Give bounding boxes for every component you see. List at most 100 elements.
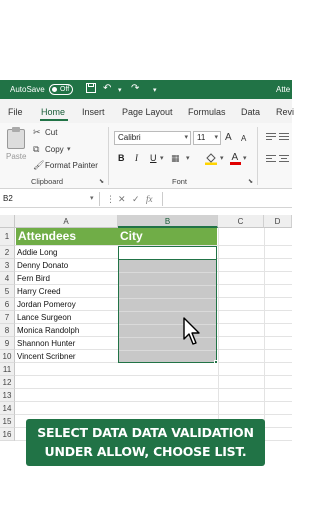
attendee-cell[interactable]: Denny Donato xyxy=(16,259,117,272)
row-header[interactable]: 14 xyxy=(0,402,15,415)
select-all-corner[interactable] xyxy=(0,215,15,228)
font-color-dropdown-icon[interactable]: ▾ xyxy=(243,154,247,164)
city-selection-range[interactable] xyxy=(118,259,217,363)
tab-page-layout[interactable]: Page Layout xyxy=(122,107,173,117)
tab-review[interactable]: Revi xyxy=(276,107,294,117)
tab-formulas[interactable]: Formulas xyxy=(188,107,226,117)
attendee-cell[interactable]: Lance Surgeon xyxy=(16,311,117,324)
row-header[interactable]: 3 xyxy=(0,259,15,272)
align-left-icon[interactable] xyxy=(266,155,276,163)
workbook-title: Atte xyxy=(276,85,291,94)
enter-icon[interactable]: ✓ xyxy=(132,193,140,205)
copy-button[interactable]: Copy xyxy=(45,145,64,154)
column-header-c[interactable]: C xyxy=(218,215,264,228)
align-center-icon[interactable] xyxy=(279,155,289,163)
fill-color-icon[interactable] xyxy=(205,152,217,167)
increase-font-size-button[interactable]: A xyxy=(225,132,232,143)
font-color-icon[interactable]: A xyxy=(230,151,241,167)
italic-button[interactable]: I xyxy=(135,153,138,164)
gridline xyxy=(15,388,292,389)
align-top-icon[interactable] xyxy=(266,133,276,141)
borders-icon[interactable]: ▦ xyxy=(171,153,180,163)
row-header[interactable]: 12 xyxy=(0,376,15,389)
row-header[interactable]: 10 xyxy=(0,350,15,363)
attendee-cell[interactable]: Harry Creed xyxy=(16,285,117,298)
underline-button[interactable]: U xyxy=(150,153,157,164)
clipboard-group-label: Clipboard xyxy=(31,177,64,186)
customize-toolbar-icon[interactable]: ▾ xyxy=(153,85,157,97)
row-header[interactable]: 8 xyxy=(0,324,15,337)
column-header-b[interactable]: B xyxy=(118,215,218,228)
row-header[interactable]: 15 xyxy=(0,415,15,428)
cell-reference: B2 xyxy=(3,194,13,203)
font-name-select[interactable]: Calibri ▾ xyxy=(114,131,191,145)
row-header[interactable]: 16 xyxy=(0,428,15,441)
bold-button[interactable]: B xyxy=(118,153,125,164)
row-header[interactable]: 9 xyxy=(0,337,15,350)
attendee-cell[interactable]: Vincent Scribner xyxy=(16,350,117,363)
row-header[interactable]: 2 xyxy=(0,246,15,259)
gridline xyxy=(15,414,292,415)
row-header[interactable]: 11 xyxy=(0,363,15,376)
cell-divider xyxy=(119,298,216,299)
caption-line-1: SELECT DATA DATA VALIDATION xyxy=(37,425,254,440)
borders-dropdown-icon[interactable]: ▾ xyxy=(186,154,190,164)
copy-dropdown-icon[interactable]: ▾ xyxy=(67,145,71,155)
cell-divider xyxy=(119,350,216,351)
cancel-icon[interactable]: ✕ xyxy=(118,193,126,205)
font-group-label: Font xyxy=(172,177,188,186)
format-painter-button[interactable]: Format Painter xyxy=(45,161,98,170)
row-header[interactable]: 6 xyxy=(0,298,15,311)
undo-dropdown-icon[interactable]: ▾ xyxy=(118,85,122,97)
row-header[interactable]: 4 xyxy=(0,272,15,285)
gridline xyxy=(15,401,292,402)
fill-color-dropdown-icon[interactable]: ▾ xyxy=(220,154,224,164)
undo-icon[interactable]: ↶ xyxy=(103,83,111,95)
column-header-d[interactable]: D xyxy=(264,215,292,228)
save-icon[interactable] xyxy=(86,83,96,97)
formula-bar: B2 ▾ ⋮ ✕ ✓ fx xyxy=(0,190,292,208)
paste-icon[interactable] xyxy=(7,127,25,149)
attendee-cell[interactable]: Monica Randolph xyxy=(16,324,117,337)
name-box[interactable]: B2 ▾ xyxy=(2,192,100,206)
attendee-cell[interactable]: Shannon Hunter xyxy=(16,337,117,350)
cut-icon[interactable]: ✂ xyxy=(33,127,41,137)
align-middle-icon[interactable] xyxy=(279,133,289,141)
row-header[interactable]: 7 xyxy=(0,311,15,324)
cell-b1-city-header[interactable]: City xyxy=(118,228,217,245)
formula-divider xyxy=(162,192,163,206)
svg-text:A: A xyxy=(232,152,239,163)
attendee-cell[interactable]: Jordan Pomeroy xyxy=(16,298,117,311)
active-cell-b2[interactable] xyxy=(118,246,217,259)
font-size-select[interactable]: 11 ▾ xyxy=(193,131,221,145)
decrease-font-size-button[interactable]: A xyxy=(241,134,246,143)
caption-line-2: UNDER ALLOW, CHOOSE LIST. xyxy=(44,444,247,459)
format-painter-icon[interactable]: 🖌 xyxy=(33,160,44,170)
attendee-cell[interactable]: Fern Bird xyxy=(16,272,117,285)
underline-dropdown-icon[interactable]: ▾ xyxy=(160,154,164,164)
cut-button[interactable]: Cut xyxy=(45,128,57,137)
redo-icon[interactable]: ↷ xyxy=(131,83,139,95)
cell-a1-attendees-header[interactable]: Attendees xyxy=(16,228,118,245)
chevron-down-icon: ▾ xyxy=(214,134,218,141)
attendee-cell[interactable]: Addie Long xyxy=(16,246,117,259)
cell-divider xyxy=(119,272,216,273)
tab-home[interactable]: Home xyxy=(41,107,65,117)
font-size-value: 11 xyxy=(197,133,206,142)
instruction-caption: SELECT DATA DATA VALIDATION UNDER ALLOW,… xyxy=(26,419,265,466)
font-name-value: Calibri xyxy=(118,133,141,142)
clipboard-launcher-icon[interactable]: ⬊ xyxy=(99,177,104,187)
tab-data[interactable]: Data xyxy=(241,107,260,117)
fill-handle[interactable] xyxy=(214,360,218,364)
row-header[interactable]: 1 xyxy=(0,228,15,246)
row-header[interactable]: 13 xyxy=(0,389,15,402)
column-header-a[interactable]: A xyxy=(15,215,118,228)
tab-file[interactable]: File xyxy=(8,107,23,117)
tab-insert[interactable]: Insert xyxy=(82,107,105,117)
font-launcher-icon[interactable]: ⬊ xyxy=(248,177,253,187)
insert-function-button[interactable]: fx xyxy=(146,193,153,205)
autosave-toggle[interactable]: Off xyxy=(49,83,73,95)
paste-button[interactable]: Paste xyxy=(6,152,26,161)
copy-icon[interactable]: ⧉ xyxy=(33,144,39,154)
row-header[interactable]: 5 xyxy=(0,285,15,298)
